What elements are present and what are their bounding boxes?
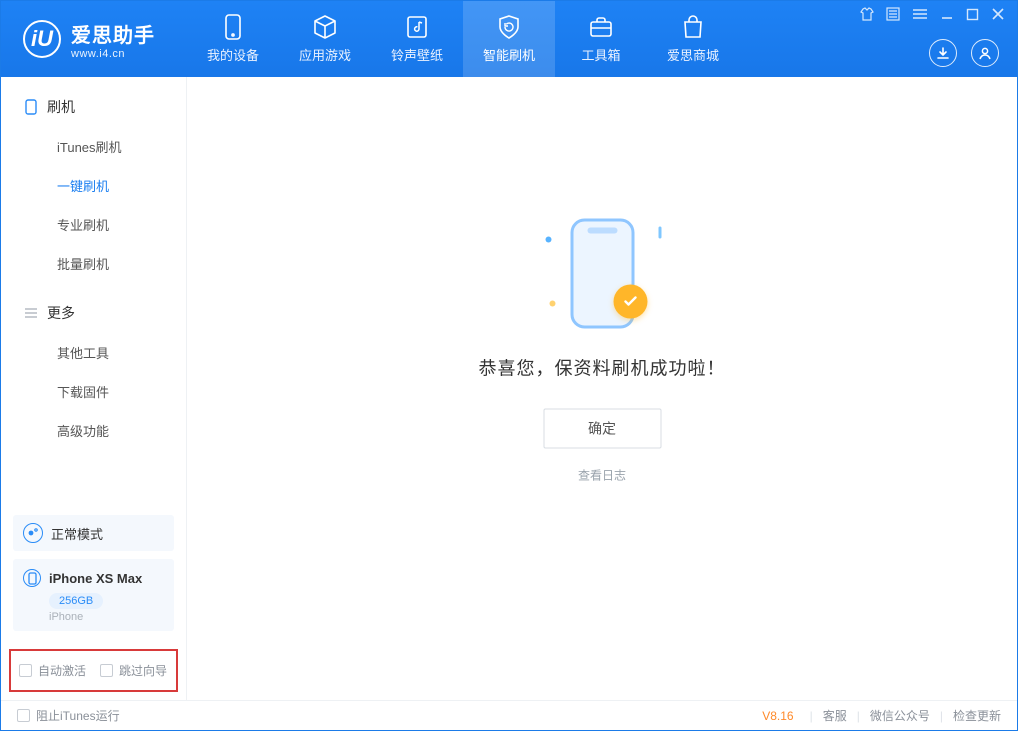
device-name: iPhone XS Max — [49, 571, 142, 586]
tab-toolbox[interactable]: 工具箱 — [555, 1, 647, 77]
logo-letter: iU — [31, 26, 53, 52]
sidebar-item-pro-flash[interactable]: 专业刷机 — [1, 205, 186, 244]
status-link-update[interactable]: 检查更新 — [953, 707, 1001, 724]
mode-card[interactable]: 正常模式 — [13, 515, 174, 551]
tab-apps-games[interactable]: 应用游戏 — [279, 1, 371, 77]
device-type: iPhone — [49, 611, 164, 623]
download-button[interactable] — [929, 39, 957, 67]
version-label: V8.16 — [762, 709, 793, 723]
app-site: www.i4.cn — [71, 48, 155, 60]
minimize-button[interactable] — [940, 7, 954, 26]
logo-icon: iU — [23, 20, 61, 58]
sidebar-item-batch-flash[interactable]: 批量刷机 — [1, 244, 186, 283]
user-button[interactable] — [971, 39, 999, 67]
storage-badge: 256GB — [49, 593, 103, 609]
tab-label: 智能刷机 — [483, 45, 535, 64]
shield-refresh-icon — [496, 14, 522, 40]
group-label: 刷机 — [47, 97, 75, 117]
auto-activate-checkbox[interactable]: 自动激活 — [19, 662, 86, 679]
success-illustration — [547, 219, 657, 329]
checkbox-label: 阻止iTunes运行 — [36, 707, 120, 724]
device-card[interactable]: iPhone XS Max 256GB iPhone — [13, 559, 174, 631]
check-icon — [613, 285, 647, 319]
tab-my-device[interactable]: 我的设备 — [187, 1, 279, 77]
checkbox-icon — [100, 664, 113, 677]
checkbox-label: 自动激活 — [38, 662, 86, 679]
sidebar: 刷机 iTunes刷机 一键刷机 专业刷机 批量刷机 更多 其他工具 下载固件 … — [1, 77, 187, 700]
tab-ringtones-wallpaper[interactable]: 铃声壁纸 — [371, 1, 463, 77]
device-icon — [23, 99, 39, 115]
checkbox-icon — [19, 664, 32, 677]
sidebar-item-onekey-flash[interactable]: 一键刷机 — [1, 166, 186, 205]
maximize-button[interactable] — [966, 8, 979, 26]
group-label: 更多 — [47, 303, 75, 323]
success-message: 恭喜您，保资料刷机成功啦！ — [479, 355, 726, 381]
tab-label: 我的设备 — [207, 45, 259, 64]
sidebar-group-flash: 刷机 — [1, 87, 186, 127]
checkbox-label: 跳过向导 — [119, 662, 167, 679]
briefcase-icon — [588, 14, 614, 40]
list-icon[interactable] — [886, 7, 900, 26]
highlighted-options: 自动激活 跳过向导 — [9, 649, 178, 692]
main-panel: 恭喜您，保资料刷机成功啦！ 确定 查看日志 — [187, 77, 1017, 700]
music-note-icon — [404, 14, 430, 40]
menu-icon[interactable] — [912, 7, 928, 26]
ok-button[interactable]: 确定 — [543, 409, 661, 449]
tab-label: 工具箱 — [581, 45, 620, 64]
shirt-icon[interactable] — [860, 7, 874, 26]
skip-guide-checkbox[interactable]: 跳过向导 — [100, 662, 167, 679]
tab-store[interactable]: 爱思商城 — [647, 1, 739, 77]
tab-smart-flash[interactable]: 智能刷机 — [463, 1, 555, 77]
checkbox-icon — [17, 709, 30, 722]
tab-label: 应用游戏 — [299, 45, 351, 64]
view-log-link[interactable]: 查看日志 — [479, 467, 726, 484]
app-title: 爱思助手 — [71, 19, 155, 48]
phone-icon — [220, 14, 246, 40]
status-link-support[interactable]: 客服 — [823, 707, 847, 724]
mode-icon — [23, 523, 43, 543]
sidebar-item-advanced[interactable]: 高级功能 — [1, 411, 186, 450]
tab-label: 铃声壁纸 — [391, 45, 443, 64]
more-icon — [23, 305, 39, 321]
shopping-bag-icon — [680, 14, 706, 40]
cube-icon — [312, 14, 338, 40]
main-tabs: 我的设备 应用游戏 铃声壁纸 智能刷机 — [187, 1, 739, 77]
statusbar: 阻止iTunes运行 V8.16 | 客服 | 微信公众号 | 检查更新 — [1, 700, 1017, 730]
phone-small-icon — [23, 569, 41, 587]
app-logo: iU 爱思助手 www.i4.cn — [1, 19, 173, 60]
sidebar-group-more: 更多 — [1, 293, 186, 333]
sidebar-item-download-firmware[interactable]: 下载固件 — [1, 372, 186, 411]
app-window: iU 爱思助手 www.i4.cn 我的设备 应用游戏 — [0, 0, 1018, 731]
tab-label: 爱思商城 — [667, 45, 719, 64]
body: 刷机 iTunes刷机 一键刷机 专业刷机 批量刷机 更多 其他工具 下载固件 … — [1, 77, 1017, 700]
sidebar-item-other-tools[interactable]: 其他工具 — [1, 333, 186, 372]
block-itunes-checkbox[interactable]: 阻止iTunes运行 — [17, 707, 120, 724]
status-link-wechat[interactable]: 微信公众号 — [870, 707, 930, 724]
sidebar-item-itunes-flash[interactable]: iTunes刷机 — [1, 127, 186, 166]
titlebar: iU 爱思助手 www.i4.cn 我的设备 应用游戏 — [1, 1, 1017, 77]
mode-label: 正常模式 — [51, 524, 103, 543]
close-button[interactable] — [991, 7, 1005, 26]
window-controls — [860, 7, 1005, 26]
